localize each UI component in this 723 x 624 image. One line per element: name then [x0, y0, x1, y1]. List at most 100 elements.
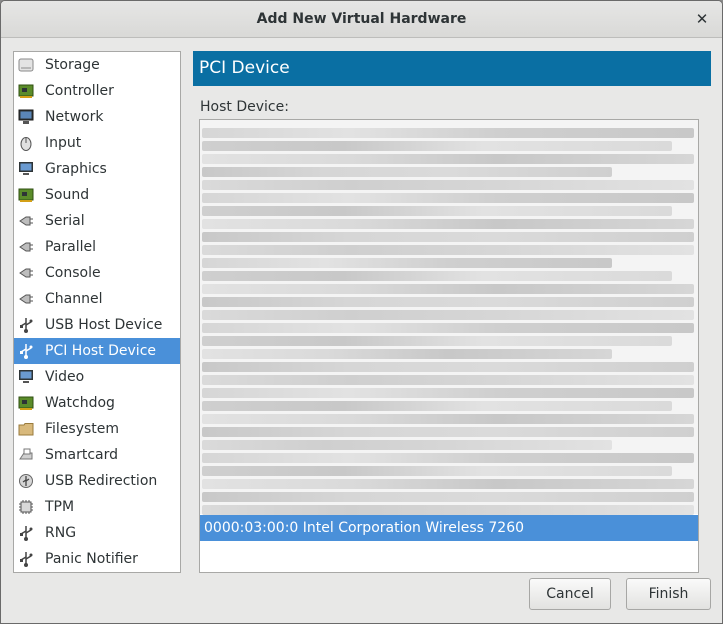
obscured-row [202, 128, 694, 138]
obscured-row [202, 219, 694, 229]
obscured-device-entries [200, 120, 698, 515]
finish-button[interactable]: Finish [626, 578, 711, 610]
sidebar-item-label: Parallel [45, 239, 97, 255]
close-icon[interactable]: ✕ [692, 9, 712, 29]
obscured-row [202, 427, 694, 437]
hardware-type-list: Storage Controller Network Input Graphic… [13, 51, 181, 573]
obscured-row [202, 284, 694, 294]
smartcard-reader-icon [18, 447, 34, 463]
host-device-list[interactable]: 0000:03:00:0 Intel Corporation Wireless … [199, 119, 699, 573]
sidebar-item-input[interactable]: Input [14, 130, 180, 156]
obscured-row [202, 336, 672, 346]
sidebar-item-label: Channel [45, 291, 103, 307]
sidebar-item-label: PCI Host Device [45, 343, 157, 359]
sidebar-item-smartcard[interactable]: Smartcard [14, 442, 180, 468]
obscured-row [202, 167, 612, 177]
watchdog-card-icon [18, 395, 34, 411]
sidebar-item-filesystem[interactable]: Filesystem [14, 416, 180, 442]
sidebar-item-channel[interactable]: Channel [14, 286, 180, 312]
sidebar-item-pci-host-device[interactable]: PCI Host Device [14, 338, 180, 364]
obscured-row [202, 388, 694, 398]
sidebar-item-serial[interactable]: Serial [14, 208, 180, 234]
video-monitor-icon [18, 369, 34, 385]
sidebar-item-watchdog[interactable]: Watchdog [14, 390, 180, 416]
sidebar-item-graphics[interactable]: Graphics [14, 156, 180, 182]
sidebar-item-usb-redirection[interactable]: USB Redirection [14, 468, 180, 494]
sidebar-item-label: RNG [45, 525, 77, 541]
chip-icon [18, 499, 34, 515]
console-plug-icon [18, 265, 34, 281]
rng-icon [18, 525, 34, 541]
sidebar-item-video[interactable]: Video [14, 364, 180, 390]
obscured-row [202, 245, 694, 255]
obscured-row [202, 414, 694, 424]
sidebar-item-network[interactable]: Network [14, 104, 180, 130]
sidebar-item-panic-notifier[interactable]: Panic Notifier [14, 546, 180, 572]
sidebar-item-rng[interactable]: RNG [14, 520, 180, 546]
obscured-row [202, 180, 694, 190]
obscured-row [202, 323, 694, 333]
sidebar-item-label: Sound [45, 187, 90, 203]
cancel-button[interactable]: Cancel [529, 578, 611, 610]
device-entry-label: 0000:03:00:0 Intel Corporation Wireless … [204, 520, 525, 536]
obscured-row [202, 505, 694, 515]
sound-card-icon [18, 187, 34, 203]
sidebar-item-label: Graphics [45, 161, 107, 177]
sidebar-item-label: Filesystem [45, 421, 120, 437]
obscured-row [202, 349, 612, 359]
sidebar-item-sound[interactable]: Sound [14, 182, 180, 208]
sidebar-item-label: Watchdog [45, 395, 115, 411]
sidebar-item-storage[interactable]: Storage [14, 52, 180, 78]
obscured-row [202, 440, 612, 450]
sidebar-item-tpm[interactable]: TPM [14, 494, 180, 520]
obscured-row [202, 206, 672, 216]
serial-plug-icon [18, 213, 34, 229]
panic-notifier-icon [18, 551, 34, 567]
window-title: Add New Virtual Hardware [256, 11, 467, 27]
usb-icon [18, 317, 34, 333]
section-title: PCI Device [199, 58, 290, 78]
obscured-row [202, 232, 694, 242]
sidebar-item-label: Panic Notifier [45, 551, 138, 567]
storage-icon [18, 57, 34, 73]
obscured-row [202, 141, 672, 151]
title-bar: Add New Virtual Hardware ✕ [1, 1, 722, 38]
sidebar-item-parallel[interactable]: Parallel [14, 234, 180, 260]
mouse-icon [18, 135, 34, 151]
list-item-selected[interactable]: 0000:03:00:0 Intel Corporation Wireless … [200, 515, 698, 541]
obscured-row [202, 362, 694, 372]
parallel-plug-icon [18, 239, 34, 255]
sidebar-item-controller[interactable]: Controller [14, 78, 180, 104]
sidebar-item-label: Smartcard [45, 447, 119, 463]
obscured-row [202, 466, 672, 476]
sidebar-item-console[interactable]: Console [14, 260, 180, 286]
obscured-row [202, 375, 694, 385]
obscured-row [202, 492, 694, 502]
monitor-icon [18, 161, 34, 177]
controller-icon [18, 83, 34, 99]
obscured-row [202, 401, 672, 411]
pci-icon [18, 343, 34, 359]
section-header: PCI Device [193, 51, 711, 86]
network-icon [18, 109, 34, 125]
sidebar-item-usb-host-device[interactable]: USB Host Device [14, 312, 180, 338]
sidebar-item-label: USB Host Device [45, 317, 163, 333]
folder-icon [18, 421, 34, 437]
main-panel: PCI Device Host Device: 0000:03:00:0 Int… [193, 51, 711, 573]
sidebar-item-label: TPM [45, 499, 75, 515]
obscured-row [202, 479, 694, 489]
sidebar-item-label: Serial [45, 213, 85, 229]
obscured-row [202, 154, 694, 164]
sidebar-item-label: USB Redirection [45, 473, 158, 489]
obscured-row [202, 453, 694, 463]
obscured-row [202, 193, 694, 203]
obscured-row [202, 258, 612, 268]
sidebar-item-label: Console [45, 265, 101, 281]
obscured-row [202, 310, 694, 320]
host-device-label: Host Device: [200, 99, 289, 115]
sidebar-item-label: Input [45, 135, 82, 151]
sidebar-item-label: Network [45, 109, 104, 125]
sidebar-item-label: Controller [45, 83, 114, 99]
obscured-row [202, 297, 694, 307]
channel-plug-icon [18, 291, 34, 307]
